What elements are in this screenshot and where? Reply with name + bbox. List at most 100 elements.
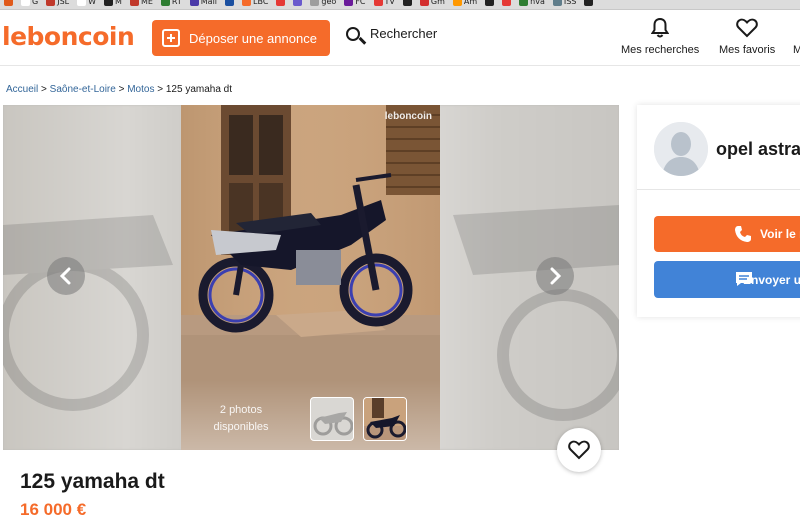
search-button[interactable]: Rechercher [346,26,437,41]
bookmark-item[interactable] [276,0,286,6]
bookmark-label: TV [384,0,395,6]
bookmark-item[interactable]: RT [160,0,182,6]
bookmark-item[interactable] [502,0,512,6]
chevron-right-icon [550,267,562,285]
bookmark-favicon-icon [21,0,30,6]
bookmarks-bar: G JSL W M ME RT Mail LBC geo FC TV Gm Am nva ISS [0,0,800,10]
previous-photo-button[interactable] [47,257,85,295]
bookmark-favicon-icon [584,0,594,6]
breadcrumb-separator: > [115,84,128,95]
bookmark-favicon-icon [452,0,462,6]
bookmark-label: ISS [563,0,577,6]
listing-price: 16 000 € [20,500,87,519]
post-ad-label: Déposer une annonce [189,30,317,46]
bookmark-favicon-icon [310,0,320,6]
bookmark-item[interactable] [485,0,495,6]
bookmark-item[interactable]: ME [129,0,153,6]
phone-icon [735,226,751,242]
bookmark-item[interactable] [584,0,594,6]
listing-title: 125 yamaha dt [20,470,165,493]
user-avatar-icon [654,122,708,176]
bookmark-favicon-icon [160,0,170,6]
bookmark-label: FC [355,0,366,6]
breadcrumb-category[interactable]: Motos [127,84,154,95]
bookmark-item[interactable] [293,0,303,6]
account-link[interactable]: M [793,44,800,56]
bookmark-favicon-icon [293,0,303,6]
send-message-button[interactable]: Envoyer u [654,261,800,298]
bookmark-label: M [115,0,122,6]
bookmark-label: geo [321,0,337,6]
bookmark-favicon-icon [4,0,13,6]
bookmark-label: Gm [430,0,445,6]
heart-icon [736,18,758,38]
account-label: M [793,44,800,56]
bookmark-label: W [88,0,97,6]
bookmark-item[interactable]: Gm [419,0,445,6]
bookmark-item[interactable]: ISS [552,0,577,6]
bookmark-label: nva [530,0,545,6]
chevron-left-icon [59,267,71,285]
thumbnail-image [313,412,353,436]
bookmark-favicon-icon [189,0,199,6]
heart-icon [568,440,590,460]
my-favorites-link[interactable]: Mes favoris [719,18,775,56]
bookmark-item[interactable] [225,0,235,6]
bookmark-favicon-icon [77,0,87,6]
bookmark-favicon-icon [502,0,512,6]
photo-count-text: disponibles [213,421,269,433]
add-to-favorites-button[interactable] [557,428,601,472]
bookmark-item[interactable] [4,0,13,6]
bookmark-favicon-icon [129,0,139,6]
seller-avatar[interactable] [654,122,708,176]
my-searches-link[interactable]: Mes recherches [621,18,699,56]
photo-count-label: 2 photos disponibles [181,402,301,436]
show-phone-button[interactable]: Voir le n [654,216,800,252]
bookmark-item[interactable]: Mail [189,0,218,6]
bookmark-item[interactable]: W [77,0,96,6]
photo-thumbnail-2[interactable] [363,397,407,441]
my-searches-label: Mes recherches [621,44,700,56]
bookmark-item[interactable]: LBC [242,0,268,6]
my-favorites-label: Mes favoris [719,44,776,56]
bookmark-item[interactable] [402,0,412,6]
bookmark-item[interactable]: JSL [46,0,69,6]
bookmark-favicon-icon [485,0,495,6]
post-ad-button[interactable]: Déposer une annonce [152,20,330,56]
photo-thumbnail-1[interactable] [310,397,354,441]
bookmark-label: Mail [200,0,218,6]
bookmark-item[interactable]: TV [373,0,395,6]
bookmark-item[interactable]: geo [310,0,336,6]
bookmark-label: LBC [253,0,269,6]
bookmark-label: ME [140,0,153,6]
bookmark-item[interactable]: nva [519,0,545,6]
thumbnail-image [364,398,406,439]
bookmark-label: G [32,0,39,6]
bookmark-favicon-icon [242,0,252,6]
breadcrumb-separator: > [154,84,166,95]
breadcrumb-region[interactable]: Saône-et-Loire [50,84,116,95]
bookmark-label: RT [171,0,182,6]
bell-icon [651,18,670,38]
bookmark-label: Am [463,0,478,6]
bookmark-favicon-icon [519,0,529,6]
leboncoin-logo[interactable]: leboncoin [2,22,135,51]
bookmark-favicon-icon [344,0,354,6]
bookmark-item[interactable]: Am [452,0,478,6]
photo-watermark: leboncoin [384,111,432,122]
bookmark-favicon-icon [225,0,235,6]
bookmark-item[interactable]: M [104,0,122,6]
bookmark-favicon-icon [276,0,286,6]
bookmark-item[interactable]: G [21,0,38,6]
photo-count-number: 2 photos [219,404,263,416]
breadcrumb-home[interactable]: Accueil [6,84,38,95]
bookmark-item[interactable]: FC [344,0,366,6]
bookmark-label: JSL [57,0,70,6]
bookmark-favicon-icon [104,0,114,6]
seller-name[interactable]: opel astra [716,139,800,160]
next-photo-button[interactable] [536,257,574,295]
bookmark-favicon-icon [419,0,429,6]
breadcrumb-separator: > [38,84,50,95]
message-icon [736,272,752,286]
bookmark-favicon-icon [46,0,56,6]
